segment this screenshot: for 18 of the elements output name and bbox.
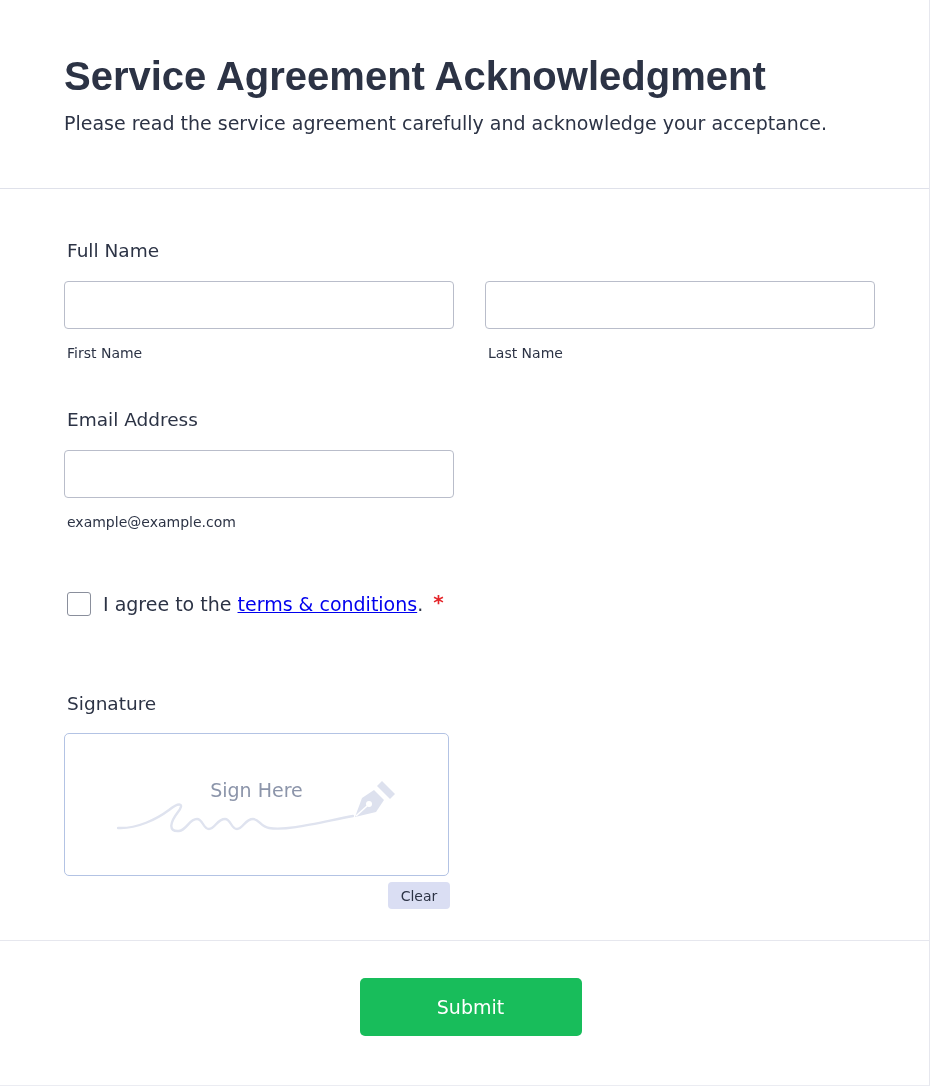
agree-checkbox[interactable] (67, 592, 91, 616)
field-sublabel: First Name (67, 345, 143, 362)
pen-nib-icon (354, 778, 396, 818)
name-input-field[interactable] (485, 281, 875, 329)
field-sublabel: Last Name (488, 345, 563, 362)
required-asterisk: * (433, 592, 444, 612)
field-label: Full Name (67, 240, 160, 262)
field-sublabel: example@example.com (67, 514, 236, 531)
email-input-field[interactable] (64, 450, 454, 498)
field-label: Signature (67, 693, 157, 715)
field-label: Email Address (67, 409, 198, 431)
terms-link[interactable]: terms & conditions (237, 593, 418, 615)
clear-button[interactable]: Clear (388, 882, 450, 909)
sign-here-hint: Sign Here (210, 779, 303, 801)
form-title: Service Agreement Acknowledgment (64, 53, 767, 100)
name-input-field[interactable] (64, 281, 454, 329)
agreement-text: I agree to the terms & conditions. (103, 592, 424, 616)
form-subtitle: Please read the service agreement carefully and acknowledge your acceptance. (64, 112, 829, 134)
